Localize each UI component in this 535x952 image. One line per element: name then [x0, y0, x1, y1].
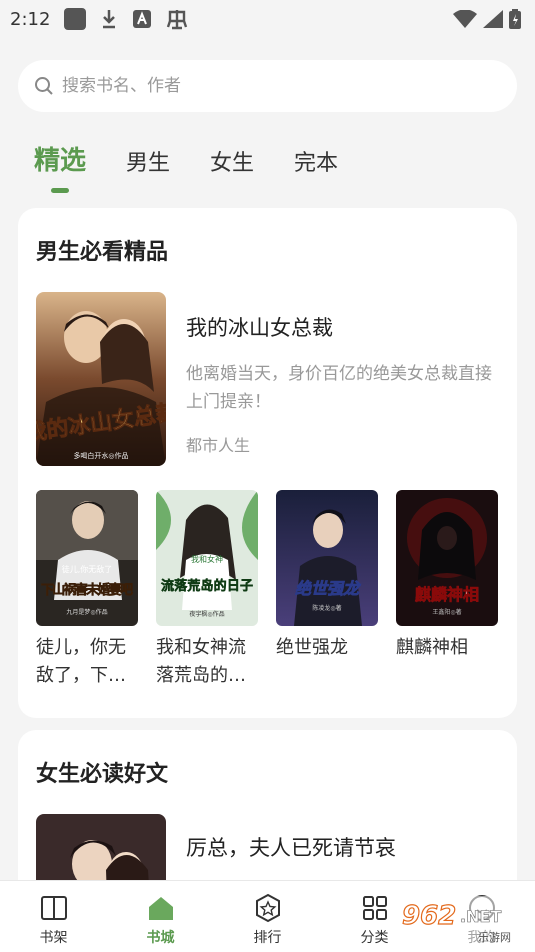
grid-icon	[362, 896, 387, 920]
nav-label: 排行	[253, 930, 282, 946]
book-item[interactable]: 徒儿,你无敌了 下山祸害未婚妻吧 九月是梦◎作品 徒儿，你无敌了，下…	[36, 490, 138, 690]
nav-bookstore[interactable]: 书城	[107, 881, 214, 952]
search-bar[interactable]	[18, 60, 517, 112]
nav-label: 书架	[39, 930, 68, 946]
battery-icon	[509, 9, 521, 29]
book-cover[interactable]: 我的冰山女总裁 多喝白开水◎作品	[36, 292, 166, 466]
featured-book[interactable]: 我的冰山女总裁 多喝白开水◎作品 我的冰山女总裁 他离婚当天，身价百亿的绝美女总…	[36, 292, 498, 466]
keyboard-a-icon	[133, 10, 152, 28]
search-input[interactable]	[62, 76, 462, 96]
book-item[interactable]: 我和女神 流落荒岛的日子 夜宇枫◎作品 我和女神流落荒岛的…	[156, 490, 258, 690]
nav-label: 分类	[360, 930, 389, 946]
app-notification-icon	[64, 8, 87, 30]
cover-author-art: 陈凌龙◎著	[312, 604, 341, 612]
status-system-icons	[453, 9, 521, 29]
cover-title-art: 绝世强龙	[295, 579, 361, 598]
watermark-sub: 乐游网	[478, 931, 511, 944]
book-title: 麒麟神相	[396, 637, 468, 658]
book-cover[interactable]: 我和女神 流落荒岛的日子 夜宇枫◎作品	[156, 490, 258, 626]
book-grid: 徒儿,你无敌了 下山祸害未婚妻吧 九月是梦◎作品 徒儿，你无敌了，下… 我和女神…	[36, 490, 498, 690]
cover-top-art: 我和女神	[191, 554, 223, 564]
tab-featured[interactable]: 精选	[34, 140, 86, 193]
search-icon	[35, 77, 53, 95]
star-badge-icon	[255, 893, 280, 923]
cover-top-art: 徒儿,你无敌了	[62, 564, 113, 574]
category-tabs: 精选 男生 女生 完本	[34, 140, 338, 193]
book-title: 绝世强龙	[276, 637, 348, 658]
section-male-card: 男生必看精品 我的冰山女总裁 多喝白开水◎作品 我的冰山女总裁 他离婚当天，身价…	[18, 208, 517, 718]
cover-title-art: 流落荒岛的日子	[161, 578, 253, 594]
section-title: 男生必看精品	[36, 240, 169, 265]
tab-female[interactable]: 女生	[210, 145, 254, 193]
featured-info: 我的冰山女总裁 他离婚当天，身价百亿的绝美女总裁直接上门提亲！ 都市人生	[186, 292, 496, 466]
book-open-icon	[40, 896, 67, 920]
book-item[interactable]: 绝世强龙 陈凌龙◎著 绝世强龙	[276, 490, 378, 690]
watermark-suffix: .NET	[460, 907, 501, 926]
tab-completed[interactable]: 完本	[294, 145, 338, 193]
status-notification-icons	[64, 8, 188, 30]
cover-author-art: 王鑫阳◎著	[432, 608, 461, 616]
watermark-number: 962	[402, 901, 456, 931]
book-title: 我和女神流落荒岛的…	[156, 637, 246, 686]
book-cover[interactable]: 绝世强龙 陈凌龙◎著	[276, 490, 378, 626]
cover-author-art: 多喝白开水◎作品	[73, 451, 128, 460]
nav-ranking[interactable]: 排行	[214, 881, 321, 952]
tab-male[interactable]: 男生	[126, 145, 170, 193]
book-category: 都市人生	[186, 436, 251, 455]
watermark-logo: 962 .NET 乐游网	[398, 896, 528, 946]
cover-author-art: 夜宇枫◎作品	[189, 610, 224, 618]
book-cover[interactable]: 徒儿,你无敌了 下山祸害未婚妻吧 九月是梦◎作品	[36, 490, 138, 626]
bug-icon	[167, 10, 188, 30]
section-title: 女生必读好文	[36, 762, 169, 787]
wifi-icon	[453, 10, 477, 28]
status-bar: 2:12	[0, 0, 535, 38]
signal-icon	[483, 10, 503, 28]
nav-label: 书城	[146, 930, 175, 946]
cover-author-art: 九月是梦◎作品	[66, 608, 107, 616]
cover-title-art: 麒麟神相	[415, 585, 479, 604]
book-title: 徒儿，你无敌了，下…	[36, 637, 126, 686]
cover-title-art: 下山祸害未婚妻吧	[41, 582, 133, 598]
book-title[interactable]: 我的冰山女总裁	[186, 312, 496, 342]
house-icon	[148, 897, 173, 920]
status-time: 2:12	[10, 8, 51, 30]
nav-bookshelf[interactable]: 书架	[0, 881, 107, 952]
book-item[interactable]: 麒麟神相 王鑫阳◎著 麒麟神相	[396, 490, 498, 690]
download-icon	[103, 10, 116, 29]
book-cover[interactable]: 麒麟神相 王鑫阳◎著	[396, 490, 498, 626]
book-description: 他离婚当天，身价百亿的绝美女总裁直接上门提亲！	[186, 364, 492, 412]
